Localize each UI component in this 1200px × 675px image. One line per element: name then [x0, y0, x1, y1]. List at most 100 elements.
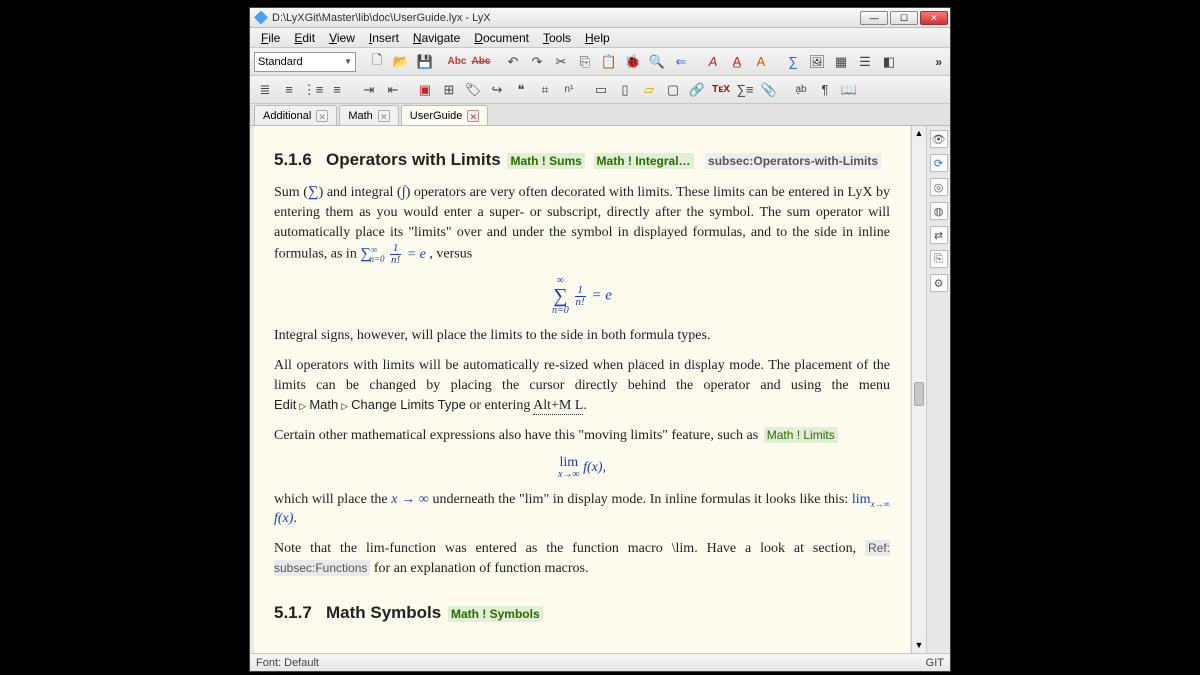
document-body[interactable]: 5.1.6 Operators with Limits Math ! Sums … — [254, 126, 910, 653]
list-item-icon[interactable]: ⋮≡ — [302, 79, 324, 101]
section-number: 5.1.6 — [274, 150, 312, 169]
sync-icon[interactable]: ⇄ — [930, 226, 948, 244]
insert-label-icon[interactable]: 🏷 — [462, 79, 484, 101]
close-button[interactable]: ✕ — [920, 11, 948, 25]
menu-view[interactable]: View — [322, 29, 362, 47]
menu-path: Edit▷Math▷Change Limits Type — [274, 397, 466, 412]
insert-note-icon[interactable]: ▱ — [638, 79, 660, 101]
menu-help[interactable]: Help — [578, 29, 617, 47]
menu-insert[interactable]: Insert — [362, 29, 406, 47]
paragraph[interactable]: which will place the x → ∞ underneath th… — [274, 490, 890, 530]
insert-footnote-icon[interactable]: ▭ — [590, 79, 612, 101]
insert-marginnote-icon[interactable]: ▯ — [614, 79, 636, 101]
tab-label: Additional — [263, 110, 311, 122]
toolbar-overflow[interactable]: » — [931, 55, 946, 69]
update-master-icon[interactable]: ◍ — [930, 202, 948, 220]
undo-icon[interactable]: ↶ — [502, 51, 524, 73]
insert-box-icon[interactable]: ▢ — [662, 79, 684, 101]
math-display-icon[interactable]: ∑≡ — [734, 79, 756, 101]
copy-icon[interactable]: ⎘ — [574, 51, 596, 73]
refresh-icon[interactable]: ⟳ — [930, 154, 948, 172]
insert-table-icon[interactable]: ▦ — [830, 51, 852, 73]
insert-image-icon[interactable]: 🖼 — [806, 51, 828, 73]
view-master-icon[interactable]: ◎ — [930, 178, 948, 196]
insert-ref-icon[interactable]: ↪ — [486, 79, 508, 101]
open-file-icon[interactable]: 📂 — [390, 51, 412, 73]
find-icon[interactable]: 🐞 — [622, 51, 644, 73]
insert-url-icon[interactable]: 🔗 — [686, 79, 708, 101]
index-inset[interactable]: Math ! Integral… — [594, 153, 694, 169]
tab-math[interactable]: Math ✕ — [339, 105, 398, 125]
scroll-down-icon[interactable]: ▼ — [912, 638, 926, 653]
section-title: Operators with Limits — [326, 150, 501, 169]
emph-icon[interactable]: A — [702, 51, 724, 73]
index-inset[interactable]: Math ! Limits — [764, 427, 838, 443]
section-heading: 5.1.7 Math Symbols Math ! Symbols — [274, 601, 890, 625]
menubar: File Edit View Insert Navigate Document … — [250, 28, 950, 48]
indent-inc-icon[interactable]: ⇥ — [358, 79, 380, 101]
label-inset[interactable]: subsec:Operators-with-Limits — [705, 153, 881, 169]
redo-icon[interactable]: ↷ — [526, 51, 548, 73]
toggle-button-icon[interactable]: ◧ — [878, 51, 900, 73]
view-icon[interactable]: 👁 — [930, 130, 948, 148]
toolbar-main: Standard ▼ 🗋 📂 💾 Abc Abc ↶ ↷ ✂ ⎘ 📋 🐞 🔍 ⇐… — [250, 48, 950, 76]
close-tab-icon[interactable]: ✕ — [316, 110, 328, 122]
math-sigma-icon[interactable]: ∑ — [782, 51, 804, 73]
attachment-icon[interactable]: 📎 — [758, 79, 780, 101]
menu-document[interactable]: Document — [467, 29, 536, 47]
tab-additional[interactable]: Additional ✕ — [254, 105, 337, 125]
thesaurus-icon[interactable]: 📖 — [838, 79, 860, 101]
insert-nomencl-icon[interactable]: n¹ — [558, 79, 580, 101]
search-icon[interactable]: 🔍 — [646, 51, 668, 73]
paragraph[interactable]: Certain other mathematical expressions a… — [274, 426, 890, 446]
maximize-button[interactable]: ☐ — [890, 11, 918, 25]
para-dialog-icon[interactable]: ¶ — [814, 79, 836, 101]
close-tab-icon[interactable]: ✕ — [467, 110, 479, 122]
scroll-up-icon[interactable]: ▲ — [912, 126, 926, 141]
paragraph[interactable]: Integral signs, however, will place the … — [274, 326, 890, 346]
apply-style-icon[interactable]: A — [750, 51, 772, 73]
insert-figure-icon[interactable]: ▣ — [414, 79, 436, 101]
display-math[interactable]: lim x→∞ f(x), — [274, 456, 890, 480]
outline-icon[interactable]: ☰ — [854, 51, 876, 73]
close-tab-icon[interactable]: ✕ — [378, 110, 390, 122]
inline-math[interactable]: x → ∞ — [391, 492, 429, 507]
cut-icon[interactable]: ✂ — [550, 51, 572, 73]
menu-navigate[interactable]: Navigate — [406, 29, 467, 47]
insert-index-icon[interactable]: ⌗ — [534, 79, 556, 101]
settings-icon[interactable]: ⚙ — [930, 274, 948, 292]
indent-dec-icon[interactable]: ⇤ — [382, 79, 404, 101]
export-icon[interactable]: ⎘ — [930, 250, 948, 268]
scrollbar-thumb[interactable] — [914, 382, 924, 406]
paragraph[interactable]: Note that the lim-function was entered a… — [274, 539, 890, 579]
insert-citation-icon[interactable]: ❝ — [510, 79, 532, 101]
tex-icon[interactable]: TᴇX — [710, 79, 732, 101]
menu-file[interactable]: File — [254, 29, 287, 47]
work-area: 5.1.6 Operators with Limits Math ! Sums … — [250, 126, 950, 653]
window-title: D:\LyXGit\Master\lib\doc\UserGuide.lyx -… — [272, 12, 860, 24]
menu-edit[interactable]: Edit — [287, 29, 322, 47]
list-number-icon[interactable]: ≡ — [278, 79, 300, 101]
insert-tabular-icon[interactable]: ⊞ — [438, 79, 460, 101]
list-desc-icon[interactable]: ≡ — [326, 79, 348, 101]
index-inset[interactable]: Math ! Symbols — [448, 606, 543, 622]
paragraph[interactable]: All operators with limits will be automa… — [274, 356, 890, 416]
minimize-button[interactable]: — — [860, 11, 888, 25]
display-math[interactable]: ∞ ∑ n=0 1n! = e — [274, 276, 890, 316]
new-file-icon[interactable]: 🗋 — [366, 51, 388, 73]
paste-icon[interactable]: 📋 — [598, 51, 620, 73]
paragraph[interactable]: Sum (∑) and integral (∫) operators are v… — [274, 182, 890, 266]
vertical-scrollbar[interactable]: ▲ ▼ — [911, 126, 926, 653]
spellcheck-continuous-icon[interactable]: Abc — [470, 51, 492, 73]
char-dialog-icon[interactable]: a̱b — [790, 79, 812, 101]
navigate-back-icon[interactable]: ⇐ — [670, 51, 692, 73]
menu-tools[interactable]: Tools — [536, 29, 578, 47]
index-inset[interactable]: Math ! Sums — [507, 153, 584, 169]
tab-userguide[interactable]: UserGuide ✕ — [401, 105, 489, 125]
spellcheck-icon[interactable]: Abc — [446, 51, 468, 73]
noun-icon[interactable]: A̲ — [726, 51, 748, 73]
paragraph-style-combo[interactable]: Standard ▼ — [254, 52, 356, 72]
save-file-icon[interactable]: 💾 — [414, 51, 436, 73]
inline-math[interactable]: ∑∞n=0 1n! = e — [360, 247, 429, 262]
list-bullet-icon[interactable]: ≣ — [254, 79, 276, 101]
